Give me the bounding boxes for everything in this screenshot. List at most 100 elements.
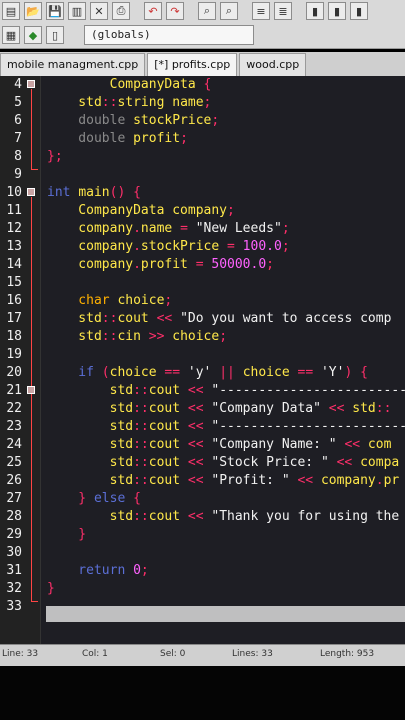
print-icon[interactable]: ⎙ bbox=[112, 2, 130, 20]
line-number: 14 bbox=[6, 257, 22, 272]
code-token: std bbox=[47, 383, 134, 398]
code-token: } bbox=[47, 527, 87, 542]
sidebar-toggle-icon[interactable]: ▯ bbox=[46, 26, 64, 44]
code-text: char choice; bbox=[47, 292, 172, 310]
code-token: std bbox=[352, 401, 376, 416]
line-number: 17 bbox=[6, 311, 22, 326]
code-token: std bbox=[47, 473, 134, 488]
project-icon[interactable]: ▦ bbox=[2, 26, 20, 44]
code-token: else bbox=[93, 491, 134, 506]
code-line[interactable]: 25 std::cout << "Stock Price: " << compa bbox=[0, 454, 405, 472]
code-token: << bbox=[156, 311, 181, 326]
code-line[interactable]: 26 std::cout << "Profit: " << company.pr bbox=[0, 472, 405, 490]
status-col: Col: 1 bbox=[82, 649, 108, 659]
code-line[interactable]: 7 double profit; bbox=[0, 130, 405, 148]
code-token: profit bbox=[140, 257, 196, 272]
code-line[interactable]: 12 company.name = "New Leeds"; bbox=[0, 220, 405, 238]
redo-icon[interactable]: ↷ bbox=[166, 2, 184, 20]
code-line[interactable]: 24 std::cout << "Company Name: " << com bbox=[0, 436, 405, 454]
code-line[interactable]: 16 char choice; bbox=[0, 292, 405, 310]
code-token: || bbox=[219, 365, 243, 380]
bookmark-icon[interactable]: ▮ bbox=[306, 2, 324, 20]
fold-toggle-icon[interactable] bbox=[27, 386, 35, 394]
line-number: 22 bbox=[6, 401, 22, 416]
status-length: Length: 953 bbox=[320, 649, 375, 659]
code-token: choice bbox=[242, 365, 298, 380]
code-token: ; bbox=[227, 203, 235, 218]
code-token: << bbox=[187, 455, 212, 470]
code-line[interactable]: 5 std::string name; bbox=[0, 94, 405, 112]
close-icon[interactable]: ✕ bbox=[90, 2, 108, 20]
code-line[interactable]: 33 bbox=[0, 598, 405, 616]
code-token: cout bbox=[148, 473, 188, 488]
code-line[interactable]: 10 int main() { bbox=[0, 184, 405, 202]
line-number: 10 bbox=[6, 185, 22, 200]
code-text: double stockPrice; bbox=[47, 112, 219, 130]
code-line[interactable]: 9 bbox=[0, 166, 405, 184]
code-token: { bbox=[133, 491, 141, 506]
code-token: = bbox=[180, 221, 196, 236]
code-line[interactable]: 6 double stockPrice; bbox=[0, 112, 405, 130]
code-line[interactable]: 31 return 0; bbox=[0, 562, 405, 580]
code-token: choice bbox=[109, 365, 165, 380]
code-line[interactable]: 13 company.stockPrice = 100.0; bbox=[0, 238, 405, 256]
line-number: 5 bbox=[14, 95, 22, 110]
code-line[interactable]: 8}; bbox=[0, 148, 405, 166]
code-line[interactable]: 21 std::cout << "-----------------------… bbox=[0, 382, 405, 400]
unindent-icon[interactable]: ≣ bbox=[274, 2, 292, 20]
undo-icon[interactable]: ↶ bbox=[144, 2, 162, 20]
bookmark-next-icon[interactable]: ▮ bbox=[328, 2, 346, 20]
indent-icon[interactable]: ≡ bbox=[252, 2, 270, 20]
replace-icon[interactable]: ⌕ bbox=[220, 2, 238, 20]
code-line[interactable]: 23 std::cout << "-----------------------… bbox=[0, 418, 405, 436]
code-line[interactable]: 27 } else { bbox=[0, 490, 405, 508]
status-line: Line: 33 bbox=[2, 649, 39, 659]
fold-toggle-icon[interactable] bbox=[27, 188, 35, 196]
code-token: name bbox=[140, 221, 181, 236]
line-number: 19 bbox=[6, 347, 22, 362]
code-line[interactable]: 20 if (choice == 'y' || choice == 'Y') { bbox=[0, 364, 405, 382]
globals-dropdown[interactable]: (globals) bbox=[84, 25, 254, 45]
code-line[interactable]: 22 std::cout << "Company Data" << std:: bbox=[0, 400, 405, 418]
save-all-icon[interactable]: ▥ bbox=[68, 2, 86, 20]
open-file-icon[interactable]: 📂 bbox=[24, 2, 42, 20]
save-icon[interactable]: 💾 bbox=[46, 2, 64, 20]
line-number: 25 bbox=[6, 455, 22, 470]
code-line[interactable]: 18 std::cin >> choice; bbox=[0, 328, 405, 346]
code-editor[interactable]: 4 CompanyData {5 std::string name; 6 doub… bbox=[0, 76, 405, 644]
code-text: std::cout << "------------------------- bbox=[47, 418, 405, 436]
tab-profits[interactable]: [*] profits.cpp bbox=[147, 53, 238, 76]
code-token: :: bbox=[101, 95, 118, 110]
code-line[interactable]: 11 CompanyData company; bbox=[0, 202, 405, 220]
search-icon[interactable]: ⌕ bbox=[198, 2, 216, 20]
new-file-icon[interactable]: ▤ bbox=[2, 2, 20, 20]
code-token: "Thank you for using the bbox=[211, 509, 400, 524]
fold-toggle-icon[interactable] bbox=[27, 80, 35, 88]
code-token: return bbox=[47, 563, 134, 578]
code-line[interactable]: 19 bbox=[0, 346, 405, 364]
code-line[interactable]: 4 CompanyData { bbox=[0, 76, 405, 94]
code-token: std bbox=[47, 401, 134, 416]
code-line[interactable]: 17 std::cout << "Do you want to access c… bbox=[0, 310, 405, 328]
code-token: compa bbox=[360, 455, 400, 470]
code-token: 0 bbox=[133, 563, 141, 578]
line-number: 31 bbox=[6, 563, 22, 578]
code-line[interactable]: 32} bbox=[0, 580, 405, 598]
line-number: 16 bbox=[6, 293, 22, 308]
code-token: :: bbox=[101, 329, 118, 344]
code-token: << bbox=[187, 437, 212, 452]
bookmark-prev-icon[interactable]: ▮ bbox=[350, 2, 368, 20]
code-token: cin bbox=[117, 329, 149, 344]
code-line[interactable]: 30 bbox=[0, 544, 405, 562]
code-token: cout bbox=[148, 437, 188, 452]
line-number: 32 bbox=[6, 581, 22, 596]
screen-bezel bbox=[0, 666, 405, 720]
code-line[interactable]: 14 company.profit = 50000.0; bbox=[0, 256, 405, 274]
code-line[interactable]: 15 bbox=[0, 274, 405, 292]
code-line[interactable]: 28 std::cout << "Thank you for using the bbox=[0, 508, 405, 526]
code-line[interactable]: 29 } bbox=[0, 526, 405, 544]
tab-wood[interactable]: wood.cpp bbox=[239, 53, 307, 76]
tab-mobile-managment[interactable]: mobile managment.cpp bbox=[0, 53, 146, 76]
class-browser-icon[interactable]: ◆ bbox=[24, 26, 42, 44]
code-token: :: bbox=[133, 437, 149, 452]
